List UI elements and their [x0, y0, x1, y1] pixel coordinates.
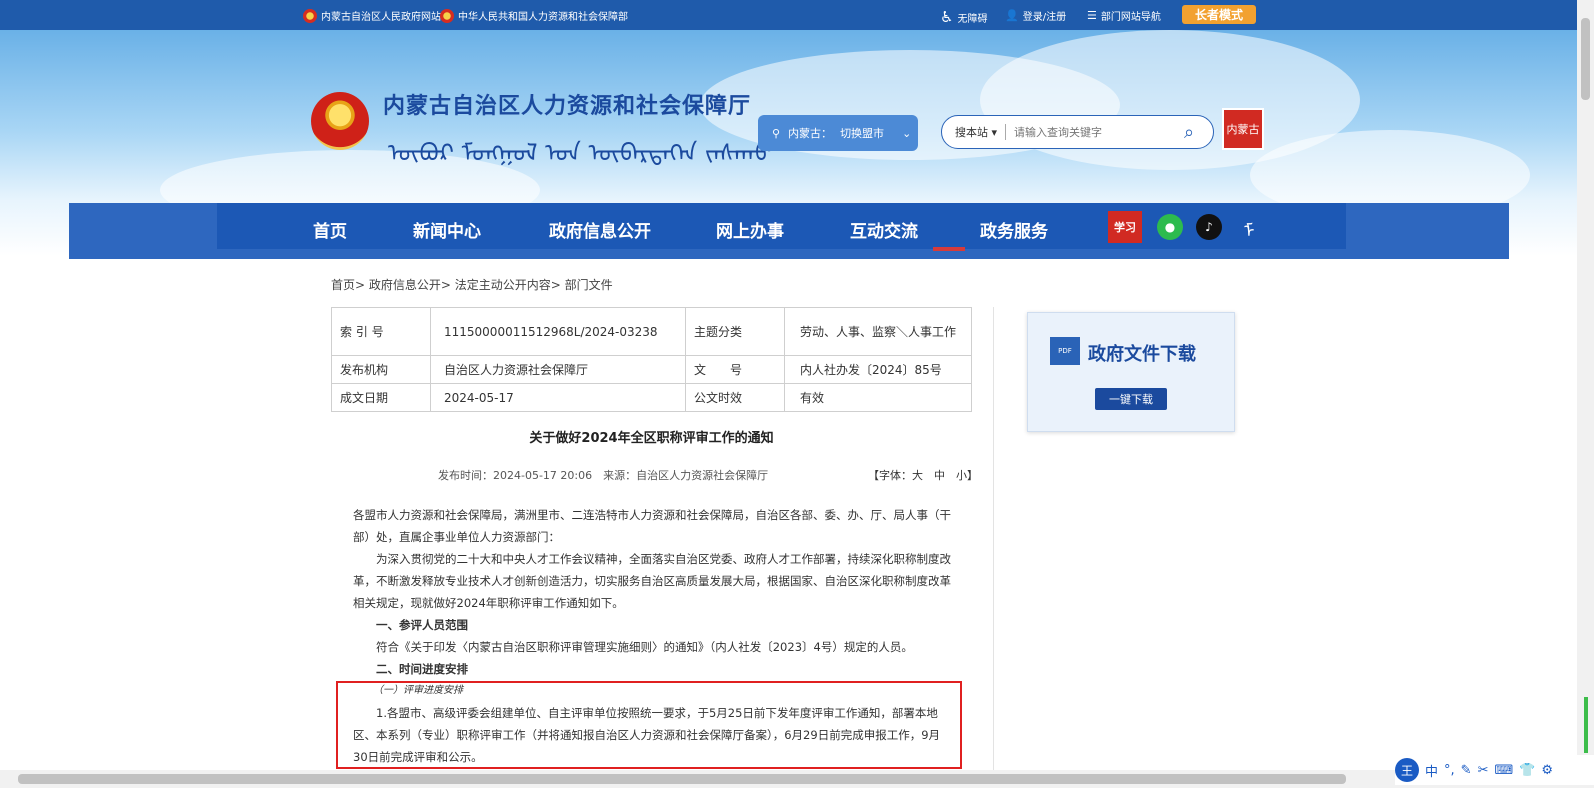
wechat-icon[interactable]: ●: [1157, 214, 1183, 240]
meta-value: 有效: [784, 383, 972, 412]
elder-mode-button[interactable]: 长者模式: [1182, 5, 1256, 24]
ime-logo-icon[interactable]: 王: [1395, 758, 1419, 782]
search-box: 搜本站 ▾ ⌕: [941, 115, 1214, 149]
mohrss-link[interactable]: 中华人民共和国人力资源和社会保障部: [440, 8, 628, 23]
mongolian-script-icon[interactable]: ᠮ: [1236, 214, 1262, 242]
download-button[interactable]: 一键下载: [1095, 388, 1167, 410]
region-action[interactable]: 切换盟市: [840, 125, 884, 141]
wheelchair-icon: ♿: [940, 8, 954, 26]
settings-icon[interactable]: ⚙: [1541, 763, 1553, 778]
nav-active-indicator: [933, 247, 965, 251]
main-nav: 首页 新闻中心 政府信息公开 网上办事 互动交流 政务服务: [69, 203, 1509, 259]
meta-value: 11150000011512968L/2024-03238: [430, 307, 686, 356]
handwrite-icon[interactable]: ✎: [1461, 763, 1472, 778]
paragraph: 符合《关于印发〈内蒙古自治区职称评审管理实施细则〉的通知》（内人社发〔2023〕…: [376, 640, 913, 654]
meta-label: 公文时效: [685, 383, 785, 412]
gov-link[interactable]: 内蒙古自治区人民政府网站: [303, 8, 441, 23]
download-title: 政府文件下载: [1088, 344, 1196, 365]
meta-value: 内人社办发〔2024〕85号: [784, 355, 972, 384]
meta-label: 主题分类: [685, 307, 785, 356]
search-input[interactable]: [1014, 125, 1185, 139]
region-switcher[interactable]: ⚲ 内蒙古： 切换盟市 ⌄: [758, 115, 918, 151]
paragraph: 各盟市人力资源和社会保障局，满洲里市、二连浩特市人力资源和社会保障局，自治区各部…: [353, 508, 951, 544]
nav-online-service[interactable]: 网上办事: [716, 217, 784, 242]
meta-label: 成文日期: [331, 383, 431, 412]
nav-gov-service[interactable]: 政务服务: [980, 217, 1048, 242]
ime-toolbar: 王 中 °, ✎ ✂ ⌨ 👕 ⚙: [1395, 755, 1594, 785]
pdf-icon: PDF: [1050, 337, 1080, 365]
section-heading: 一、参评人员范围: [376, 618, 468, 632]
meta-label: 发布机构: [331, 355, 431, 384]
nav-home[interactable]: 首页: [313, 217, 347, 242]
horizontal-scroll-thumb[interactable]: [18, 774, 1346, 784]
keyboard-icon[interactable]: ⌨: [1494, 763, 1513, 778]
ime-lang-toggle[interactable]: 中: [1425, 761, 1438, 780]
scroll-progress-marker: [1584, 697, 1588, 753]
tiktok-icon[interactable]: ♪: [1196, 214, 1222, 240]
accessibility-link[interactable]: ♿ 无障碍: [940, 8, 987, 26]
section-heading: 二、时间进度安排: [376, 662, 468, 676]
mohrss-link-label[interactable]: 中华人民共和国人力资源和社会保障部: [458, 8, 628, 23]
column-divider: [993, 307, 994, 777]
search-icon[interactable]: ⌕: [1184, 122, 1194, 143]
download-panel: PDF 政府文件下载 一键下载: [1027, 312, 1235, 432]
vertical-scrollbar[interactable]: [1577, 0, 1594, 770]
dept-nav-label[interactable]: 部门网站导航: [1101, 8, 1161, 23]
meta-value: 劳动、人事、监察＼人事工作: [784, 307, 972, 356]
emblem-icon: [440, 8, 454, 23]
search-scope-select[interactable]: 搜本站 ▾: [955, 124, 997, 140]
nav-news[interactable]: 新闻中心: [413, 217, 481, 242]
paragraph: 为深入贯彻党的二十大和中央人才工作会议精神，全面落实自治区党委、政府人才工作部署…: [353, 552, 951, 610]
vertical-scroll-thumb[interactable]: [1581, 18, 1590, 100]
font-size-switcher[interactable]: 【字体：大 中 小】: [868, 467, 978, 483]
login-label[interactable]: 登录/注册: [1023, 8, 1066, 23]
nav-interaction[interactable]: 互动交流: [850, 217, 918, 242]
skin-icon[interactable]: 👕: [1519, 763, 1535, 778]
study-icon[interactable]: 学习: [1108, 211, 1142, 243]
punctuation-icon[interactable]: °,: [1444, 763, 1455, 778]
breadcrumb[interactable]: 首页> 政府信息公开> 法定主动公开内容> 部门文件: [331, 276, 613, 293]
document-meta-table: 索 引 号 11150000011512968L/2024-03238 主题分类…: [331, 307, 972, 412]
location-icon: ⚲: [772, 126, 781, 140]
scissors-icon[interactable]: ✂: [1478, 763, 1489, 778]
table-row: 发布机构 自治区人力资源社会保障厅 文 号 内人社办发〔2024〕85号: [331, 355, 972, 384]
table-row: 索 引 号 11150000011512968L/2024-03238 主题分类…: [331, 307, 972, 356]
dept-nav-link[interactable]: ☰ 部门网站导航: [1087, 8, 1161, 23]
accessibility-label[interactable]: 无障碍: [957, 10, 987, 25]
user-icon: 👤: [1005, 9, 1019, 22]
login-link[interactable]: 👤 登录/注册: [1005, 8, 1066, 23]
emblem-icon: [303, 8, 317, 23]
nav-gov-info[interactable]: 政府信息公开: [549, 217, 651, 242]
site-title: 内蒙古自治区人力资源和社会保障厅: [383, 94, 752, 119]
list-icon: ☰: [1087, 9, 1097, 22]
article-title: 关于做好2024年全区职称评审工作的通知: [529, 431, 774, 446]
publish-info: 发布时间：2024-05-17 20:06 来源：自治区人力资源社会保障厅: [438, 469, 769, 482]
meta-label: 索 引 号: [331, 307, 431, 356]
national-emblem-logo: [311, 92, 369, 150]
table-row: 成文日期 2024-05-17 公文时效 有效: [331, 383, 972, 412]
meta-value: 2024-05-17: [430, 383, 686, 412]
chevron-down-icon: ⌄: [902, 126, 912, 140]
gov-link-label[interactable]: 内蒙古自治区人民政府网站: [321, 8, 441, 23]
meta-value: 自治区人力资源社会保障厅: [430, 355, 686, 384]
mongolian-title: ᠥᠪᠦᠷ ᠮᠣᠩᠭᠣᠯ ᠤᠨ ᠥᠪᠡᠷᠲᠡᠭᠡᠨ ᠵᠠᠰᠠᠬᠤ: [388, 139, 772, 167]
highlight-box: [336, 681, 962, 769]
top-bar: 内蒙古自治区人民政府网站 中华人民共和国人力资源和社会保障部 ♿ 无障碍 👤 登…: [0, 0, 1594, 30]
meta-label: 文 号: [685, 355, 785, 384]
region-label: 内蒙古：: [788, 127, 833, 140]
seal-logo: 内蒙古: [1222, 108, 1264, 150]
